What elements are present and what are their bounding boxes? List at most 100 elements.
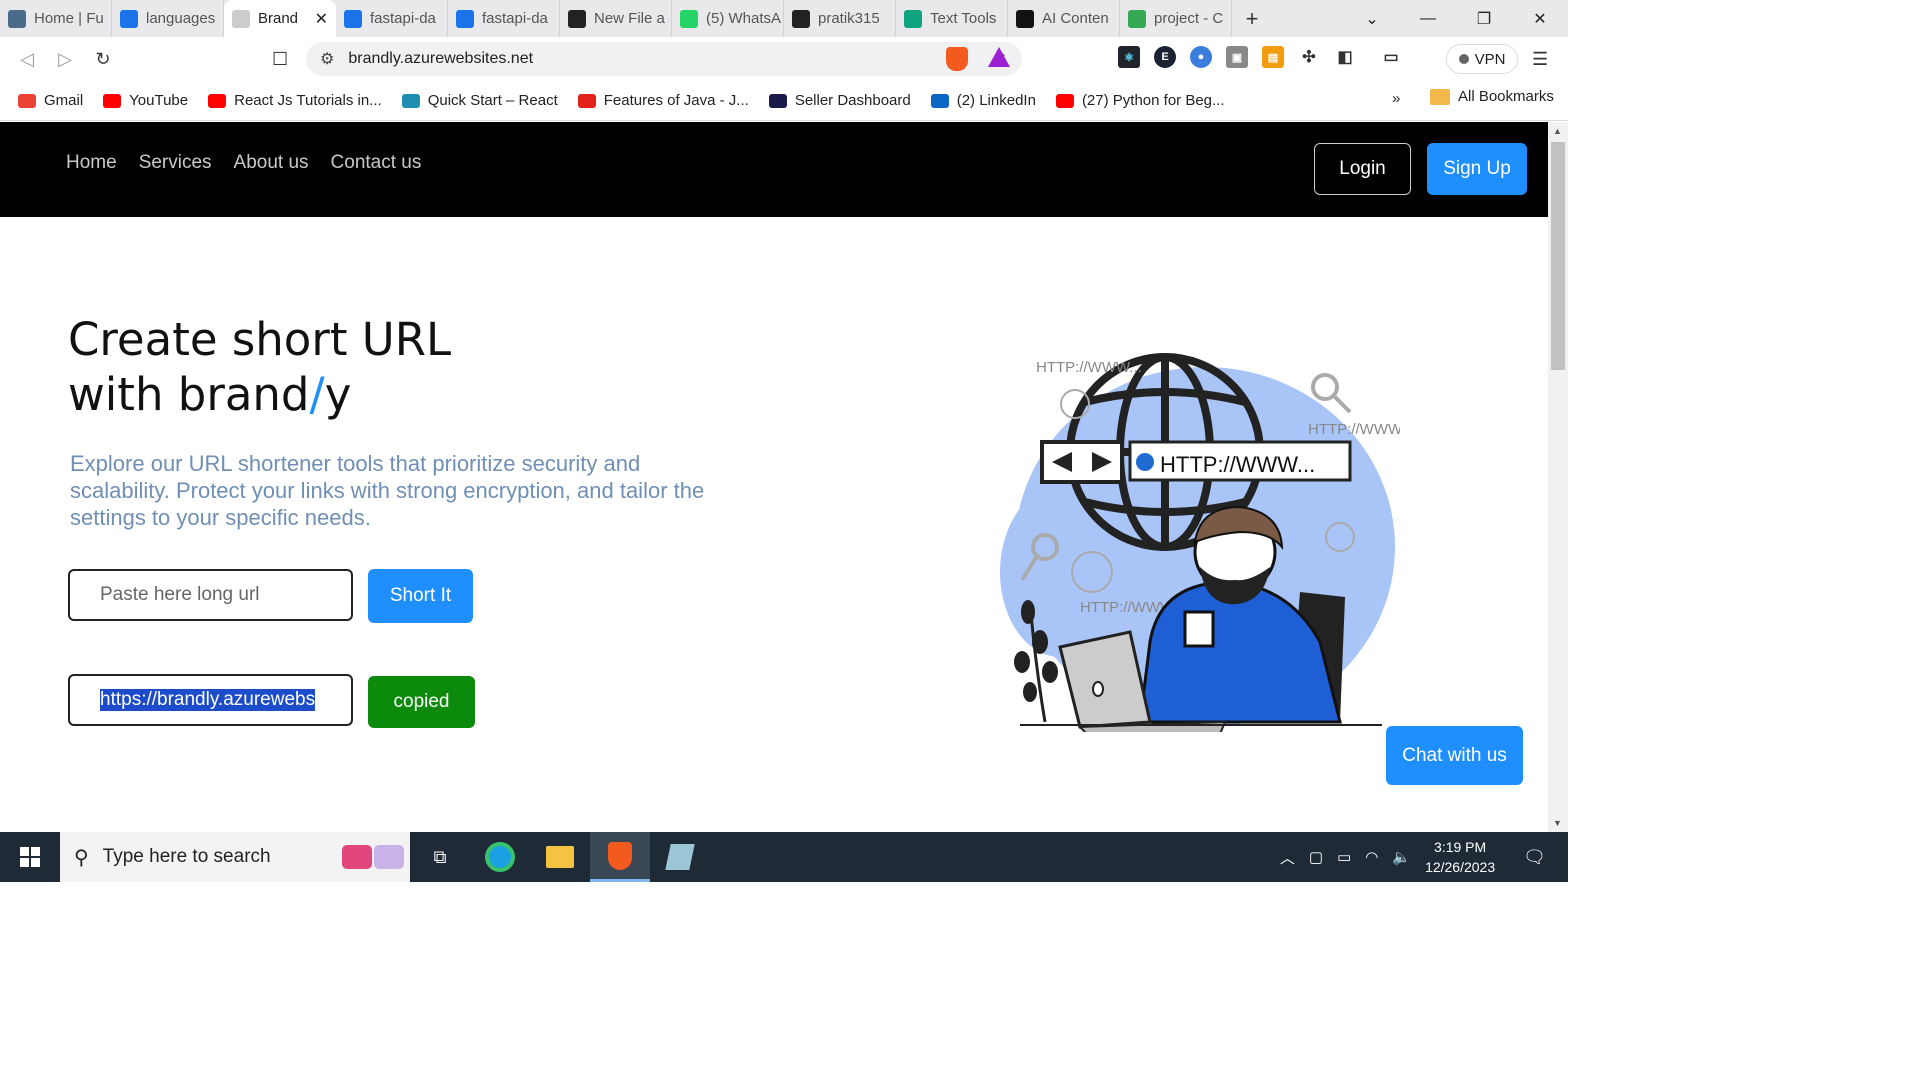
bookmark-favicon-icon [208,93,227,108]
all-bookmarks-button[interactable]: All Bookmarks [1430,88,1554,105]
mug-icon [1183,610,1215,648]
vpn-button[interactable]: VPN [1446,44,1518,74]
chevron-up-icon[interactable]: ︿ [1280,847,1295,868]
file-explorer-icon[interactable] [530,832,590,882]
start-button[interactable] [0,832,60,882]
browser-tab[interactable]: fastapi-da [336,0,448,37]
illustration-label-2: HTTP://WWW... [1308,421,1400,438]
copied-button[interactable]: copied [368,676,475,728]
new-tab-button[interactable]: + [1232,6,1272,32]
bookmark-icon[interactable]: ☐ [272,49,288,70]
address-bar[interactable]: ⚙ brandly.azurewebsites.net ⇪ [306,42,1022,76]
clock-date: 12/26/2023 [1425,859,1496,875]
bookmark-favicon-icon [401,93,420,108]
extension-e-icon[interactable]: E [1154,46,1176,68]
taskbar-search[interactable]: ⚲ Type here to search [60,832,410,882]
bookmark-item[interactable]: Quick Start – React [401,92,558,109]
device-icon[interactable]: ▢ [1309,848,1323,866]
signup-button[interactable]: Sign Up [1427,143,1527,195]
nav-link-contact-us[interactable]: Contact us [331,152,422,174]
vpn-status-icon [1458,54,1469,64]
login-button[interactable]: Login [1314,143,1411,195]
tab-label: Home | Fu [34,10,104,27]
site-info-icon[interactable]: ⚙ [320,49,334,69]
scroll-down-arrow-icon[interactable]: ▼ [1553,818,1562,828]
browser-tab[interactable]: Home | Fu [0,0,112,37]
minimize-button[interactable]: — [1400,10,1456,28]
bookmark-item[interactable]: Seller Dashboard [768,92,911,109]
bookmark-label: YouTube [129,92,189,109]
scroll-thumb[interactable] [1551,142,1565,370]
sidebar-toggle-icon[interactable]: ◧ [1334,46,1356,68]
browser-menu-icon[interactable]: ☰ [1532,49,1548,70]
restore-button[interactable]: ❐ [1456,9,1512,29]
tab-label: project - C [1154,10,1224,27]
react-devtools-icon[interactable]: ⚛ [1118,46,1140,68]
reload-button[interactable]: ↻ [84,49,122,70]
extensions-puzzle-icon[interactable]: ✣ [1298,46,1320,68]
browser-tab[interactable]: New File a [560,0,672,37]
folder-icon [1430,88,1450,105]
tab-label: languages [146,10,216,27]
browser-tab[interactable]: project - C [1120,0,1232,37]
camera-extension-icon[interactable]: ▣ [1226,46,1248,68]
bookmark-item[interactable]: (2) LinkedIn [930,92,1036,109]
browser-tab[interactable]: Text Tools [896,0,1008,37]
tab-search-icon[interactable]: ⌄ [1344,9,1400,29]
chat-with-us-button[interactable]: Chat with us [1386,726,1523,785]
tab-label: (5) WhatsA [706,10,782,27]
browser-tab[interactable]: AI Conten [1008,0,1120,37]
close-tab-icon[interactable]: ✕ [315,9,328,29]
volume-muted-icon[interactable]: 🔈 [1392,848,1411,866]
long-url-input[interactable]: Paste here long url [68,569,353,621]
wifi-icon[interactable]: ◠ [1365,848,1378,866]
notifications-icon[interactable]: 🗨 [1523,847,1546,868]
browser-tab[interactable]: Brand ✕ [224,0,336,37]
bookmark-favicon-icon [577,93,596,108]
tab-favicon-icon [120,9,138,28]
browser-tab[interactable]: (5) WhatsA [672,0,784,37]
window-controls: ⌄ — ❐ ✕ [1344,0,1568,37]
nav-link-services[interactable]: Services [139,152,212,174]
task-view-icon[interactable]: ⧉ [410,832,470,882]
tab-label: fastapi-da [370,10,436,27]
all-bookmarks-label: All Bookmarks [1458,88,1554,105]
brave-rewards-icon[interactable] [988,47,1010,67]
edge-icon[interactable] [470,832,530,882]
tab-label: Brand [258,10,299,27]
bookmark-item[interactable]: Features of Java - J... [577,92,749,109]
bookmarks-overflow-button[interactable]: » [1392,90,1400,107]
extension-orange-icon[interactable]: ▤ [1262,46,1284,68]
scroll-up-arrow-icon[interactable]: ▲ [1553,126,1562,136]
clock[interactable]: 3:19 PM 12/26/2023 [1425,837,1495,877]
browser-tab[interactable]: fastapi-da [448,0,560,37]
hero-title-slash: / [309,368,325,421]
bookmark-label: Gmail [44,92,84,109]
bookmark-item[interactable]: (27) Python for Beg... [1055,92,1225,109]
short-it-button[interactable]: Short It [368,569,473,623]
illustration-url-text: HTTP://WWW... [1160,452,1315,477]
bookmark-item[interactable]: YouTube [103,92,188,109]
page-scrollbar[interactable]: ▲ ▼ [1548,122,1568,832]
brave-taskbar-icon[interactable] [590,832,650,882]
short-url-output[interactable]: https://brandly.azurewebs [68,674,353,726]
browser-tab[interactable]: languages [112,0,224,37]
back-button[interactable]: ◁ [8,49,46,70]
bookmark-item[interactable]: Gmail [18,92,83,109]
forward-button[interactable]: ▷ [46,49,84,70]
close-window-button[interactable]: ✕ [1512,9,1568,29]
app-taskbar-icon[interactable] [650,832,710,882]
nav-link-about-us[interactable]: About us [234,152,309,174]
extension-circle-icon[interactable]: ● [1190,46,1212,68]
search-icon: ⚲ [74,846,89,869]
battery-icon[interactable]: ▭ [1337,848,1351,866]
nav-link-home[interactable]: Home [66,152,117,174]
extensions-row: ⚛ E ● ▣ ▤ ✣ ◧ ▭ [1118,46,1402,68]
bookmark-item[interactable]: React Js Tutorials in... [208,92,382,109]
brave-shields-icon[interactable] [946,47,968,71]
url-text: brandly.azurewebsites.net [348,50,534,67]
bookmark-favicon-icon [103,93,122,108]
wallet-icon[interactable]: ▭ [1380,46,1402,68]
browser-tab[interactable]: pratik315 [784,0,896,37]
bookmark-label: (2) LinkedIn [956,92,1036,109]
